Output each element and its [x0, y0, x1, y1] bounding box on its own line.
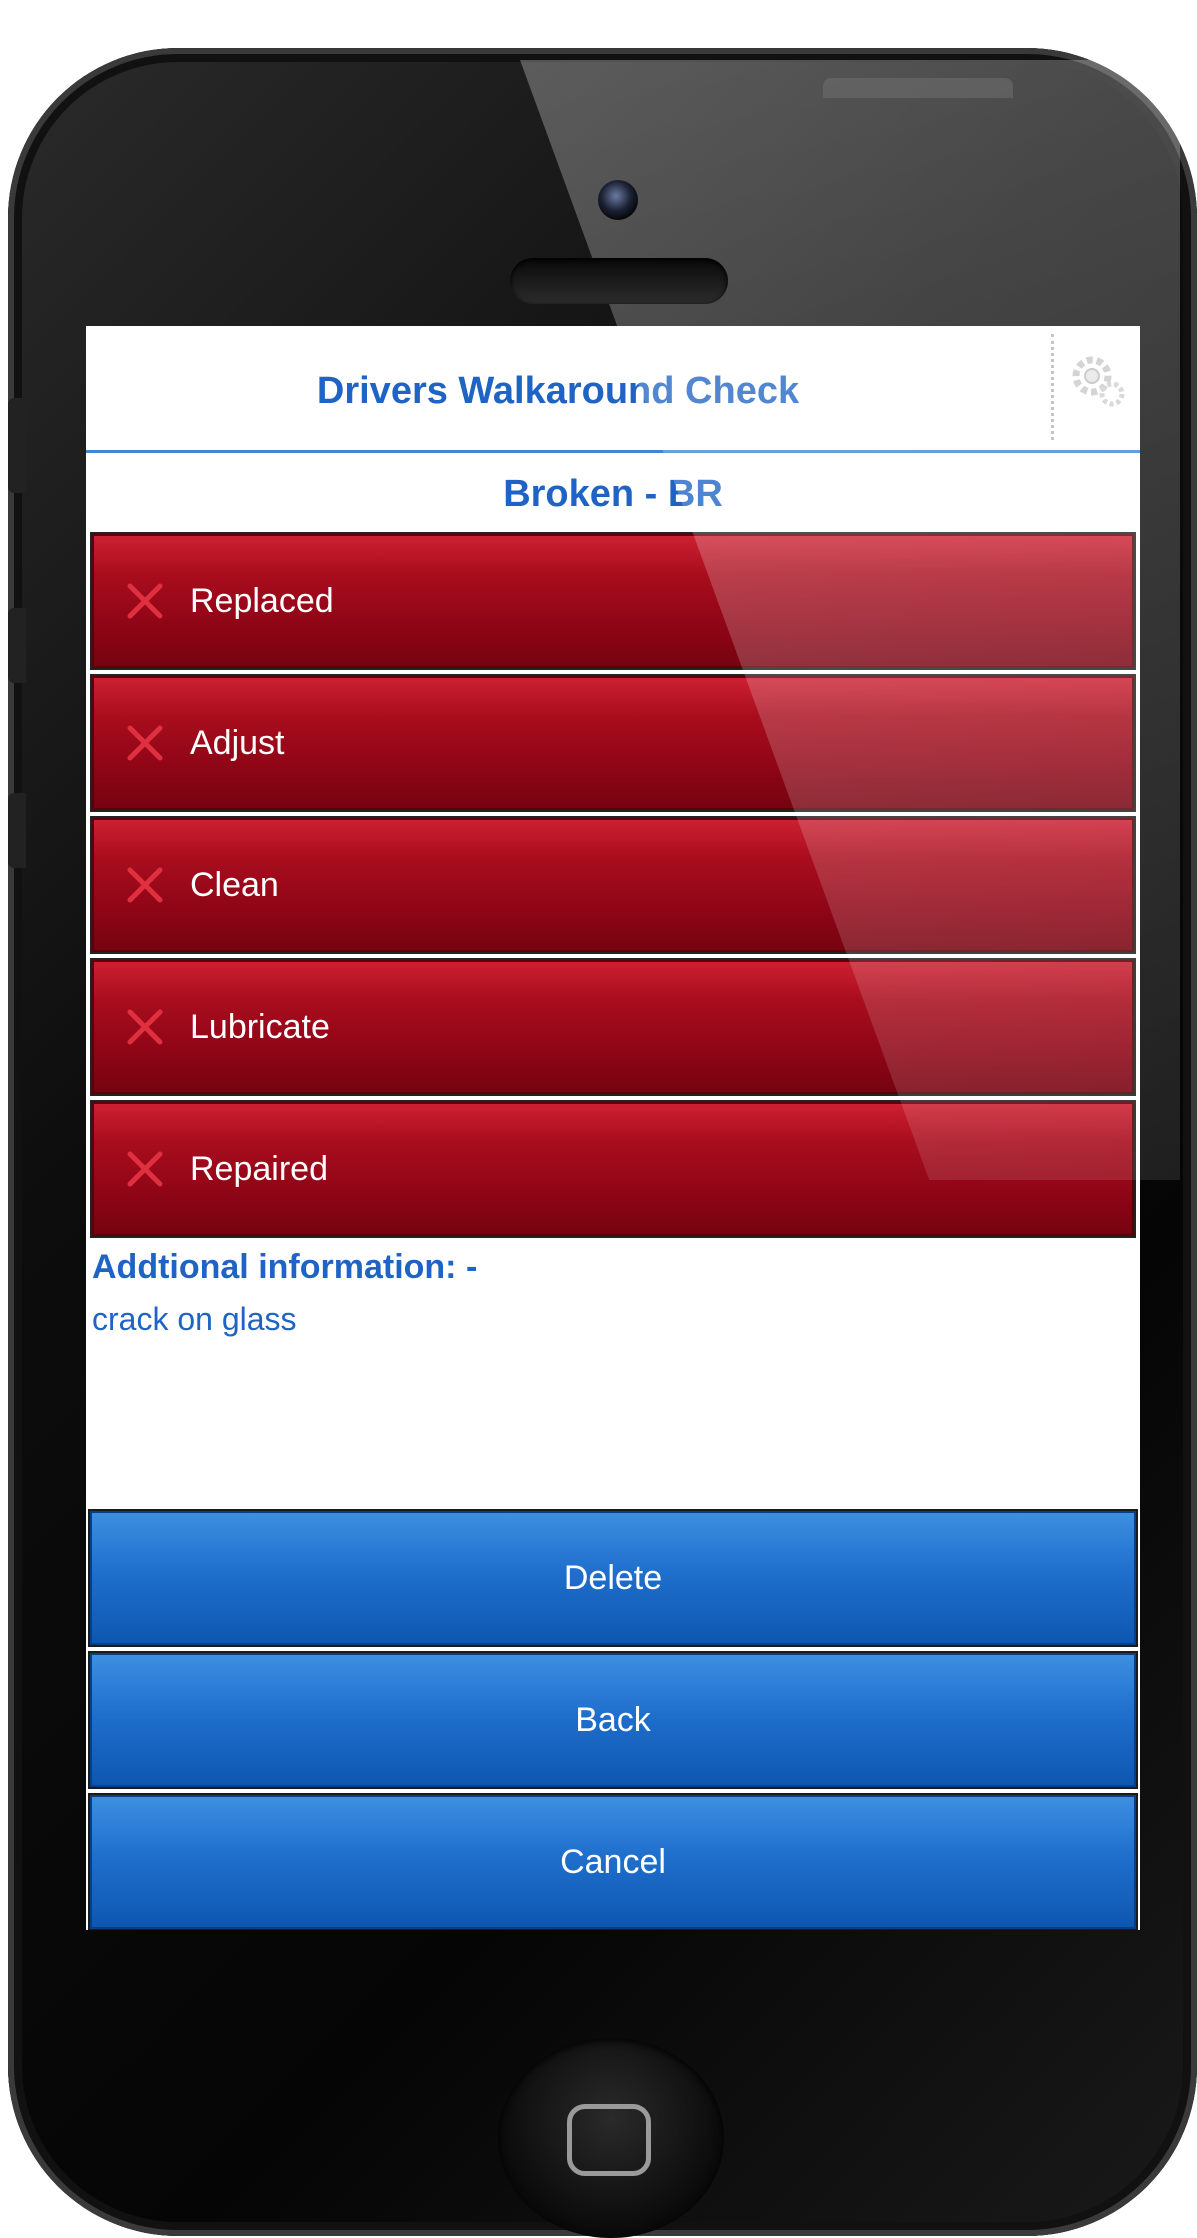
back-button[interactable]: Back — [90, 1653, 1136, 1787]
delete-button[interactable]: Delete — [90, 1511, 1136, 1645]
info-heading: Addtional information: - — [92, 1248, 478, 1286]
home-button[interactable] — [498, 2038, 724, 2238]
action-label: Adjust — [190, 723, 285, 762]
action-adjust[interactable]: Adjust — [92, 676, 1134, 810]
action-repaired[interactable]: Repaired — [92, 1102, 1134, 1236]
red-x-icon — [127, 1009, 163, 1045]
section-title: Broken - BR — [503, 473, 723, 515]
mute-switch — [8, 398, 26, 493]
app-screen: Drivers Walkaround Check Broken - BR Rep… — [86, 326, 1140, 1930]
power-button — [823, 78, 1013, 98]
action-lubricate[interactable]: Lubricate — [92, 960, 1134, 1094]
red-x-icon — [127, 1151, 163, 1187]
app-title: Drivers Walkaround Check — [316, 370, 800, 412]
cancel-button[interactable]: Cancel — [90, 1795, 1136, 1929]
red-x-icon — [127, 583, 163, 619]
info-text: crack on glass — [92, 1301, 297, 1337]
action-label: Repaired — [190, 1149, 328, 1188]
volume-down-button — [8, 793, 26, 868]
volume-up-button — [8, 608, 26, 683]
action-replaced[interactable]: Replaced — [92, 534, 1134, 668]
action-label: Lubricate — [190, 1007, 330, 1046]
home-square-icon — [567, 2104, 651, 2176]
action-label: Clean — [190, 865, 279, 904]
header-divider — [1051, 334, 1054, 440]
app-header: Drivers Walkaround Check — [86, 326, 1140, 453]
action-list: Replaced Adjust Clean Lubricate Repaired — [86, 534, 1140, 1236]
settings-icon[interactable] — [1064, 346, 1130, 412]
red-x-icon — [127, 867, 163, 903]
button-area: Delete Back Cancel — [86, 1511, 1140, 1930]
action-clean[interactable]: Clean — [92, 818, 1134, 952]
earpiece-speaker — [510, 258, 728, 304]
front-camera — [598, 180, 638, 220]
red-x-icon — [127, 725, 163, 761]
action-label: Replaced — [190, 581, 334, 620]
